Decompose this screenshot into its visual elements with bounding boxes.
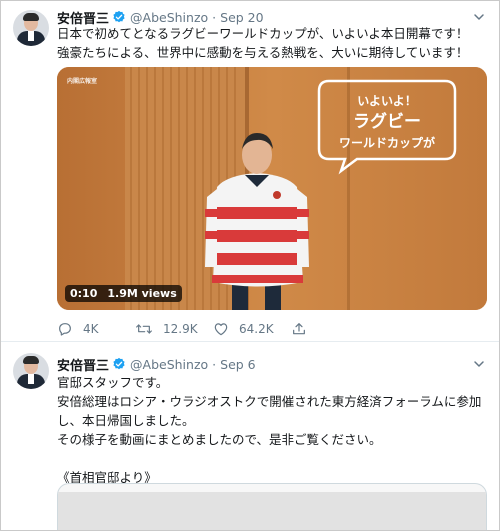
video-overlay-text: ラグビー [353, 111, 421, 132]
video-thumbnail: いよいよ！ ラグビー ワールドカップが [57, 67, 487, 310]
author-name[interactable]: 安倍晋三 [57, 355, 109, 374]
video-duration: 0:10 [65, 285, 103, 302]
reply-count: 4K [83, 322, 99, 336]
video-info-overlay: 0:10 1.9M views [65, 285, 182, 302]
tweet-date[interactable]: Sep 6 [220, 357, 256, 372]
reply-button[interactable]: 4K [57, 321, 129, 337]
avatar[interactable] [13, 10, 49, 46]
video-views: 1.9M views [102, 285, 182, 302]
retweet-count: 12.9K [163, 322, 198, 336]
video-thumbnail [58, 492, 486, 530]
channel-logo: 内閣広報室 [67, 78, 98, 85]
chevron-down-icon[interactable] [473, 358, 485, 370]
tweet-date[interactable]: Sep 20 [220, 10, 263, 25]
tweet[interactable]: 安倍晋三 @AbeShinzo · Sep 6 官邸スタッフです。 安倍総理はロ… [1, 343, 499, 530]
like-count: 64.2K [239, 322, 274, 336]
tweet-header: 安倍晋三 @AbeShinzo · Sep 6 [57, 355, 256, 374]
verified-badge-icon [113, 10, 125, 23]
author-handle[interactable]: @AbeShinzo [130, 10, 208, 25]
verified-badge-icon [113, 357, 125, 370]
share-icon [293, 323, 305, 335]
retweet-icon [136, 324, 152, 334]
separator-dot: · [212, 9, 217, 25]
retweet-button[interactable]: 12.9K [135, 321, 213, 337]
author-handle[interactable]: @AbeShinzo [130, 357, 208, 372]
reply-icon [59, 323, 71, 336]
like-button[interactable]: 64.2K [213, 321, 291, 337]
video-overlay-text: いよいよ！ [357, 94, 417, 108]
chevron-down-icon[interactable] [473, 11, 485, 23]
tweet[interactable]: 安倍晋三 @AbeShinzo · Sep 20 日本で初めてとなるラグビーワー… [1, 1, 499, 342]
tweet-actions: 4K 12.9K 64.2K [57, 319, 387, 339]
timeline: 安倍晋三 @AbeShinzo · Sep 20 日本で初めてとなるラグビーワー… [0, 0, 500, 531]
tweet-text: 官邸スタッフです。 安倍総理はロシア・ウラジオストクで開催された東方経済フォーラ… [57, 375, 482, 485]
separator-dot: · [212, 356, 217, 372]
heart-icon [214, 323, 228, 336]
video-player[interactable]: いよいよ！ ラグビー ワールドカップが 内閣広報室 0:10 1.9M view… [57, 67, 487, 310]
video-card[interactable] [57, 483, 487, 530]
tweet-text: 日本で初めてとなるラグビーワールドカップが、いよいよ本日開幕です！ 強豪たちによ… [57, 26, 469, 60]
avatar[interactable] [13, 353, 49, 389]
video-overlay-text: ワールドカップが [339, 135, 435, 150]
share-button[interactable] [291, 321, 363, 337]
